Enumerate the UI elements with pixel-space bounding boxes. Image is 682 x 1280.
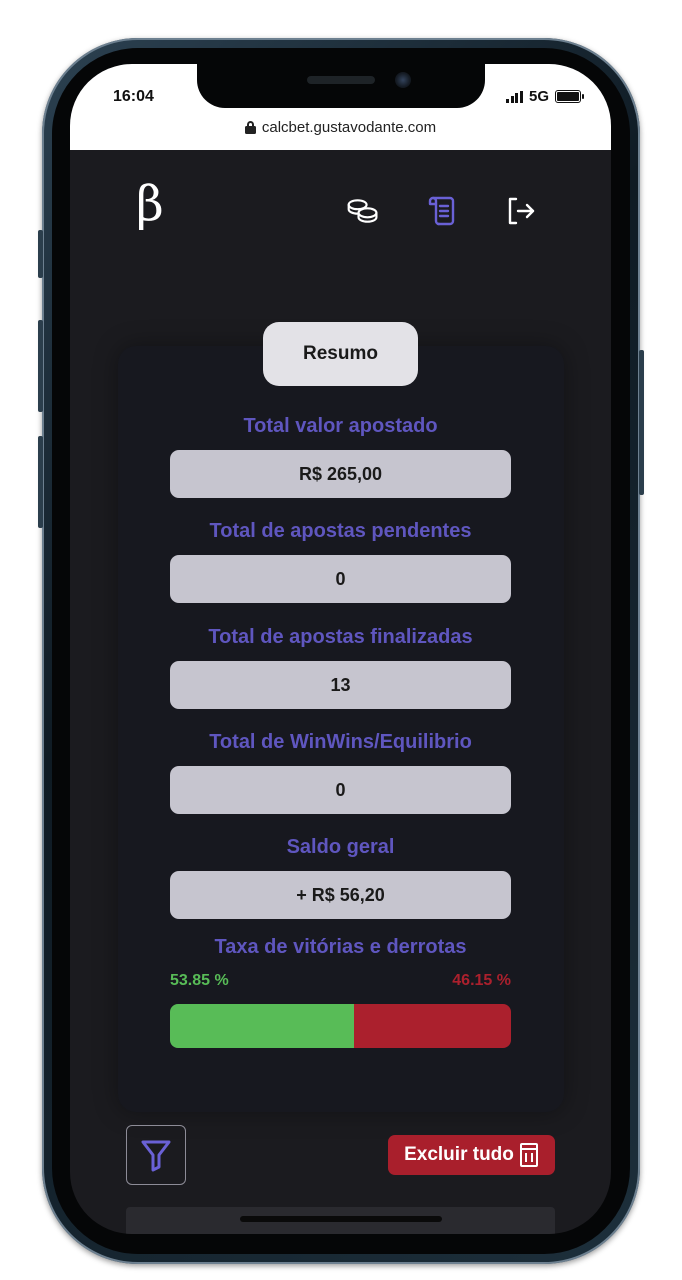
volume-down-button: [38, 436, 43, 528]
home-indicator[interactable]: [240, 1216, 442, 1222]
earpiece-speaker: [307, 76, 375, 84]
pending-bets-value: 0: [170, 555, 511, 603]
finished-bets-value: 13: [170, 661, 511, 709]
filter-button[interactable]: [126, 1125, 186, 1185]
scroll-icon[interactable]: [426, 194, 460, 228]
winwins-label: Total de WinWins/Equilibrio: [209, 731, 472, 753]
total-staked-label: Total valor apostado: [243, 415, 438, 437]
url-text: calcbet.gustavodante.com: [261, 119, 437, 136]
power-button: [639, 350, 644, 495]
delete-all-label: Excluir tudo: [404, 1144, 514, 1165]
summary-tab[interactable]: Resumo: [263, 322, 418, 386]
delete-all-button[interactable]: Excluir tudo: [388, 1135, 555, 1175]
url-bar[interactable]: calcbet.gustavodante.com: [70, 119, 611, 136]
lock-icon: [244, 121, 256, 134]
win-rate-text: 53.85 %: [170, 972, 229, 989]
win-loss-rate-label: Taxa de vitórias e derrotas: [214, 936, 467, 958]
battery-icon: [555, 90, 584, 103]
app-logo[interactable]: β: [136, 180, 164, 228]
phone-screen: 16:04 5G calcbet.gustavodante.com β Resu…: [70, 64, 611, 1234]
front-camera: [395, 72, 411, 88]
balance-label: Saldo geral: [286, 836, 395, 858]
app-header: β: [70, 150, 611, 260]
balance-value: + R$ 56,20: [170, 871, 511, 919]
trash-icon: [519, 1143, 539, 1167]
status-indicators: 5G: [506, 88, 584, 105]
pending-bets-label: Total de apostas pendentes: [209, 520, 472, 542]
status-time: 16:04: [113, 88, 154, 105]
total-staked-value: R$ 265,00: [170, 450, 511, 498]
phone-notch: [197, 64, 485, 108]
win-loss-bar: [170, 1004, 511, 1048]
filter-icon: [140, 1138, 172, 1172]
logout-icon[interactable]: [504, 194, 538, 228]
loss-rate-text: 46.15 %: [452, 972, 511, 989]
network-type: 5G: [528, 88, 549, 105]
signal-icon: [506, 90, 523, 103]
coins-icon[interactable]: [346, 194, 380, 228]
winwins-value: 0: [170, 766, 511, 814]
loss-bar-segment: [353, 1004, 511, 1048]
win-bar-segment: [170, 1004, 354, 1048]
volume-up-button: [38, 320, 43, 412]
silent-switch: [38, 230, 43, 278]
finished-bets-label: Total de apostas finalizadas: [208, 626, 473, 648]
